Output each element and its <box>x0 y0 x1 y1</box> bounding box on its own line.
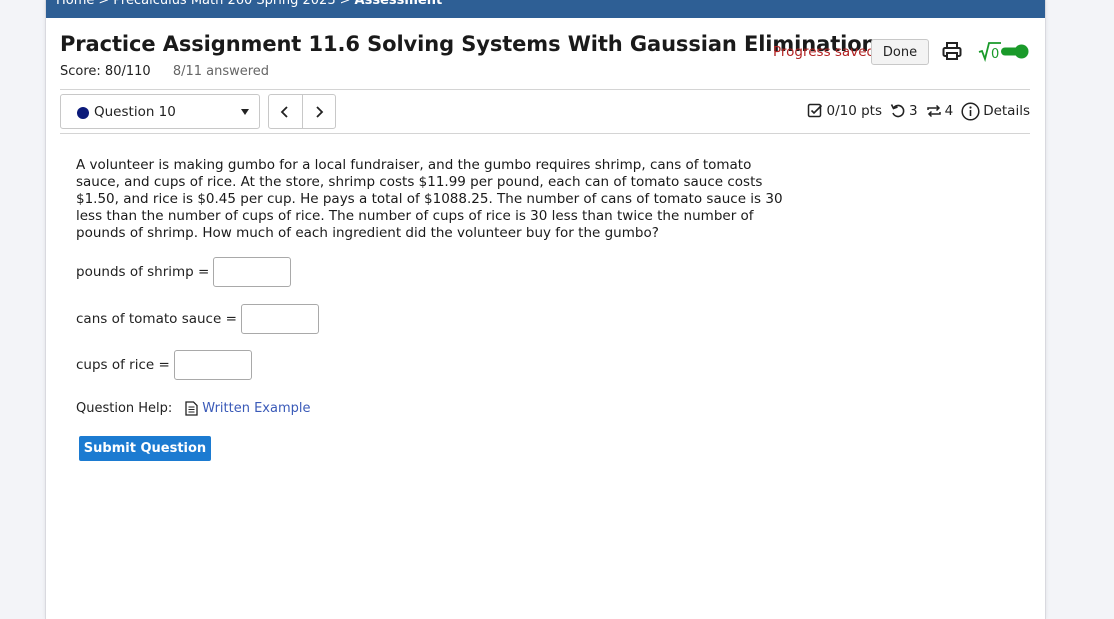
done-button[interactable]: Done <box>871 39 929 65</box>
svg-text:0: 0 <box>991 47 999 62</box>
answer-row-shrimp: pounds of shrimp = <box>76 257 292 287</box>
math-entry-toggle[interactable] <box>1000 44 1030 59</box>
breadcrumb-separator: > <box>98 0 110 8</box>
answer-label: cans of tomato sauce = <box>76 311 237 327</box>
question-selector[interactable]: Question 10 <box>60 94 260 129</box>
checkbox-icon <box>808 103 823 118</box>
points-info: 0/10 pts <box>807 103 882 119</box>
caret-down-icon <box>241 109 249 115</box>
breadcrumb: Home > Precalculus Math 260 Spring 2023 > As… <box>46 0 1045 18</box>
answer-label: pounds of shrimp = <box>76 264 210 280</box>
divider <box>60 133 1030 134</box>
document-icon <box>185 401 198 416</box>
breadcrumb-home[interactable]: Home <box>56 0 94 8</box>
question-status-dot <box>77 107 89 119</box>
question-nav <box>268 94 336 129</box>
tomato-sauce-input[interactable] <box>240 304 319 334</box>
previous-question-button[interactable] <box>269 95 302 128</box>
score-row: Score: 80/110 8/11 answered <box>60 64 269 79</box>
points-text: 0/10 pts <box>826 103 882 119</box>
question-meta: 0/10 pts 3 4 Details <box>799 99 1030 123</box>
score-text: Score: 80/110 <box>60 64 151 79</box>
rice-input[interactable] <box>173 350 252 380</box>
breadcrumb-course[interactable]: Precalculus Math 260 Spring 2023 <box>113 0 335 8</box>
page-title: Practice Assignment 11.6 Solving Systems… <box>60 32 877 56</box>
shrimp-input[interactable] <box>213 257 292 287</box>
answer-row-rice: cups of rice = <box>76 350 252 380</box>
question-help: Question Help: Written Example <box>76 401 311 416</box>
retries-count: 3 <box>909 103 918 119</box>
answer-label: cups of rice = <box>76 357 170 373</box>
question-help-label: Question Help: <box>76 401 173 416</box>
progress-status: Progress saved <box>773 44 876 60</box>
chevron-right-icon <box>316 105 324 118</box>
answered-count: 8/11 answered <box>172 64 270 79</box>
repeat-icon <box>926 104 941 118</box>
divider <box>60 89 1030 90</box>
details-label: Details <box>983 103 1030 119</box>
retry-icon <box>890 104 905 118</box>
math-entry-icon[interactable]: 0 <box>978 40 1002 62</box>
print-icon[interactable] <box>941 40 963 62</box>
attempts-count: 4 <box>944 103 954 119</box>
attempts-info: 4 <box>926 103 954 119</box>
next-question-button[interactable] <box>301 95 336 128</box>
breadcrumb-separator: > <box>339 0 351 8</box>
question-text: A volunteer is making gumbo for a local … <box>76 157 783 241</box>
submit-question-button[interactable]: Submit Question <box>79 436 211 461</box>
chevron-left-icon <box>280 105 288 118</box>
breadcrumb-current: Assessment <box>354 0 443 8</box>
assessment-page: Home > Precalculus Math 260 Spring 2023 > As… <box>45 0 1046 619</box>
info-icon <box>961 101 980 121</box>
question-selector-label: Question 10 <box>94 104 176 120</box>
answer-row-tomato-sauce: cans of tomato sauce = <box>76 304 319 334</box>
written-example-link[interactable]: Written Example <box>202 401 310 416</box>
details-button[interactable]: Details <box>961 101 1030 121</box>
retries-info: 3 <box>890 103 918 119</box>
